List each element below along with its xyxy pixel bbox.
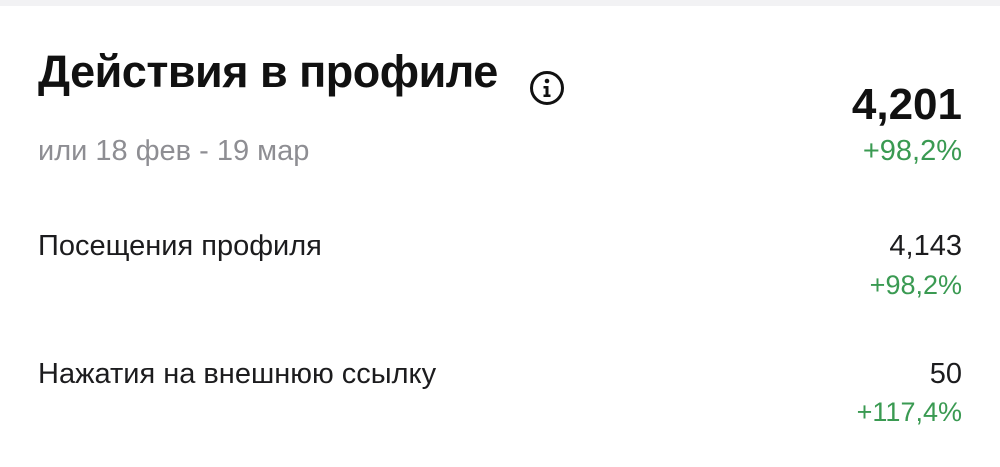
- metric-change-external-link-taps: +117,4%: [856, 397, 962, 427]
- metric-value-external-link-taps: 50: [929, 358, 962, 390]
- metric-value-profile-visits: 4,143: [889, 230, 962, 262]
- metric-change-profile-visits: +98,2%: [869, 270, 962, 300]
- section-title: Действия в профиле: [38, 46, 498, 97]
- info-icon[interactable]: [529, 70, 565, 106]
- metric-label-external-link-taps: Нажатия на внешнюю ссылку: [38, 358, 437, 390]
- top-divider: [0, 0, 1000, 6]
- total-actions-value: 4,201: [851, 80, 962, 129]
- date-range: или 18 фев - 19 мар: [38, 135, 310, 167]
- metric-label-profile-visits: Посещения профиля: [38, 230, 322, 262]
- total-actions-change: +98,2%: [862, 135, 962, 167]
